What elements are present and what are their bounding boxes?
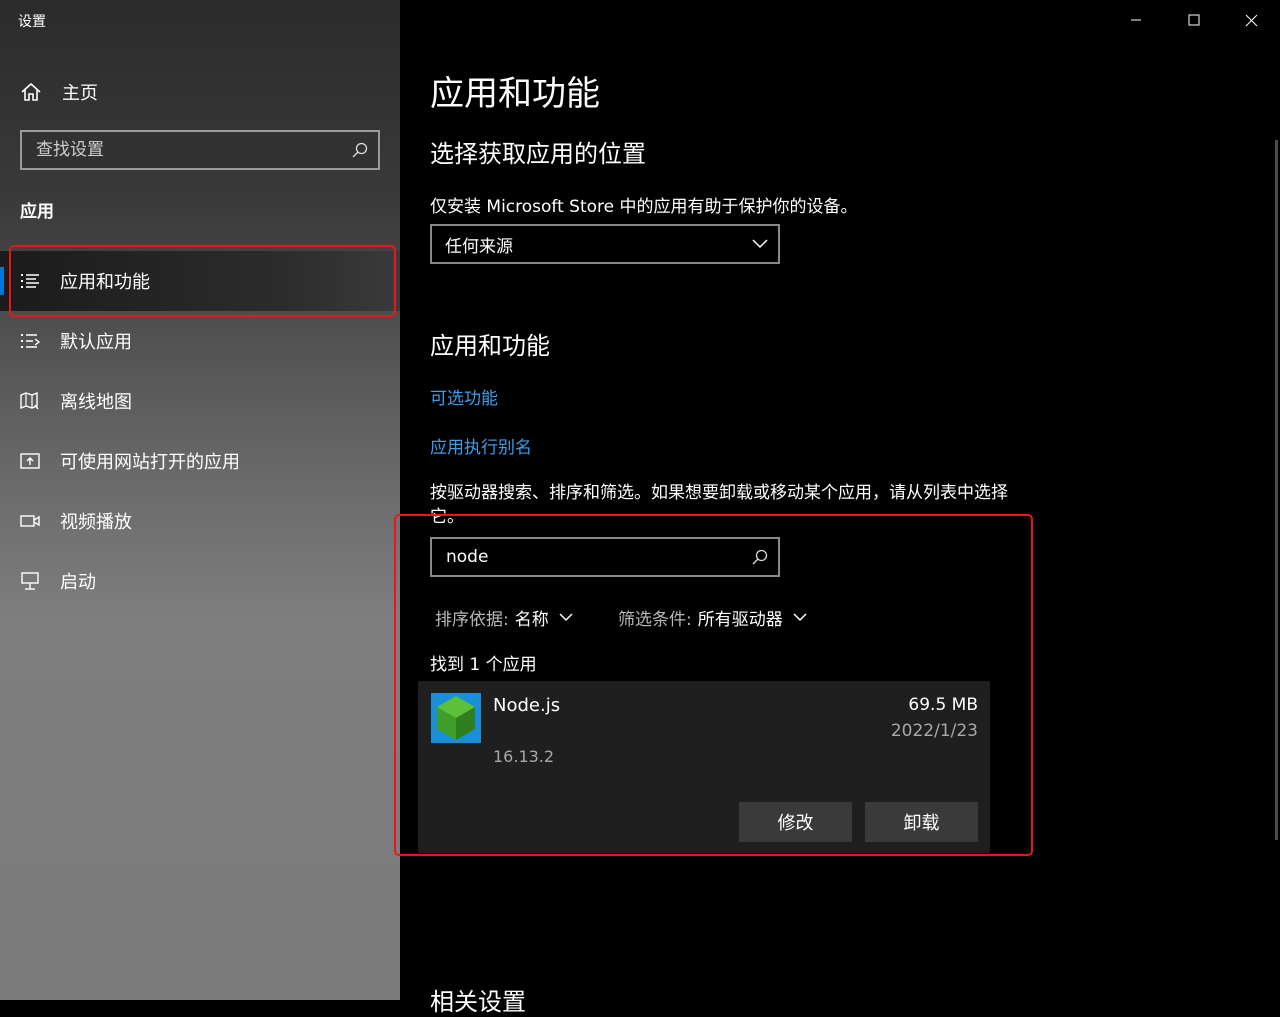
scrollbar[interactable] bbox=[1275, 140, 1278, 840]
app-search-input[interactable] bbox=[432, 546, 742, 568]
app-source-dropdown[interactable]: 任何来源 bbox=[430, 224, 780, 264]
sidebar-item-default-apps[interactable]: 默认应用 bbox=[0, 311, 400, 371]
sort-label: 排序依据: bbox=[435, 609, 509, 630]
modify-button[interactable]: 修改 bbox=[739, 802, 852, 842]
sidebar-item-offline-maps[interactable]: 离线地图 bbox=[0, 371, 400, 431]
sort-dropdown[interactable]: 排序依据: 名称 bbox=[435, 603, 573, 631]
app-version: 16.13.2 bbox=[493, 747, 555, 766]
startup-icon bbox=[21, 572, 39, 590]
sidebar-item-label: 默认应用 bbox=[60, 332, 132, 353]
apps-section-title: 应用和功能 bbox=[430, 332, 550, 360]
video-icon bbox=[20, 515, 40, 527]
app-list-item[interactable]: Node.js 16.13.2 69.5 MB 2022/1/23 修改 卸载 bbox=[418, 681, 990, 853]
sidebar-item-label: 可使用网站打开的应用 bbox=[60, 452, 240, 473]
sidebar-home[interactable]: 主页 bbox=[20, 78, 98, 106]
filter-label: 筛选条件: bbox=[618, 609, 692, 630]
chevron-down-icon bbox=[752, 239, 768, 249]
map-icon bbox=[20, 391, 39, 410]
chevron-down-icon bbox=[559, 612, 573, 621]
apps-list-icon bbox=[21, 274, 39, 288]
sidebar-home-label: 主页 bbox=[62, 83, 98, 104]
sidebar-item-label: 离线地图 bbox=[60, 392, 132, 413]
main-content: 应用和功能 选择获取应用的位置 仅安装 Microsoft Store 中的应用… bbox=[394, 0, 1280, 1016]
search-icon[interactable] bbox=[342, 142, 378, 158]
uninstall-button[interactable]: 卸载 bbox=[865, 802, 978, 842]
sidebar-section-title: 应用 bbox=[20, 202, 54, 222]
settings-search-input[interactable] bbox=[22, 139, 342, 161]
filter-value: 所有驱动器 bbox=[697, 609, 783, 630]
open-with-site-icon bbox=[20, 453, 40, 469]
sidebar-item-apps-for-websites[interactable]: 可使用网站打开的应用 bbox=[0, 431, 400, 491]
sidebar-item-label: 视频播放 bbox=[60, 512, 132, 533]
window-title: 设置 bbox=[18, 14, 46, 30]
settings-search-box[interactable] bbox=[20, 130, 380, 170]
app-size: 69.5 MB bbox=[908, 695, 978, 715]
sort-value: 名称 bbox=[514, 609, 549, 630]
filter-dropdown[interactable]: 筛选条件: 所有驱动器 bbox=[618, 603, 807, 631]
sidebar-item-label: 应用和功能 bbox=[60, 272, 150, 293]
app-name: Node.js bbox=[493, 695, 561, 716]
home-icon bbox=[21, 82, 41, 101]
default-apps-icon bbox=[21, 334, 40, 348]
sidebar-item-startup[interactable]: 启动 bbox=[0, 551, 400, 611]
search-icon[interactable] bbox=[742, 549, 778, 565]
sidebar-item-video-playback[interactable]: 视频播放 bbox=[0, 491, 400, 551]
sidebar-item-apps-features[interactable]: 应用和功能 bbox=[0, 251, 400, 311]
source-hint: 仅安装 Microsoft Store 中的应用有助于保护你的设备。 bbox=[430, 197, 858, 217]
app-install-date: 2022/1/23 bbox=[890, 721, 978, 741]
results-count: 找到 1 个应用 bbox=[430, 655, 537, 675]
chevron-down-icon bbox=[793, 612, 807, 621]
source-section-title: 选择获取应用的位置 bbox=[430, 140, 646, 168]
search-hint: 按驱动器搜索、排序和筛选。如果想要卸载或移动某个应用，请从列表中选择它。 bbox=[430, 483, 1008, 527]
app-source-value: 任何来源 bbox=[445, 236, 513, 257]
page-title: 应用和功能 bbox=[430, 74, 600, 114]
app-execution-aliases-link[interactable]: 应用执行别名 bbox=[430, 433, 532, 458]
sidebar-item-label: 启动 bbox=[60, 572, 96, 593]
sidebar: 设置 主页 应用 应用和功能 默认应用 bbox=[0, 0, 400, 1000]
optional-features-link[interactable]: 可选功能 bbox=[430, 384, 498, 409]
app-search-box[interactable] bbox=[430, 537, 780, 577]
nodejs-app-icon bbox=[431, 693, 481, 743]
